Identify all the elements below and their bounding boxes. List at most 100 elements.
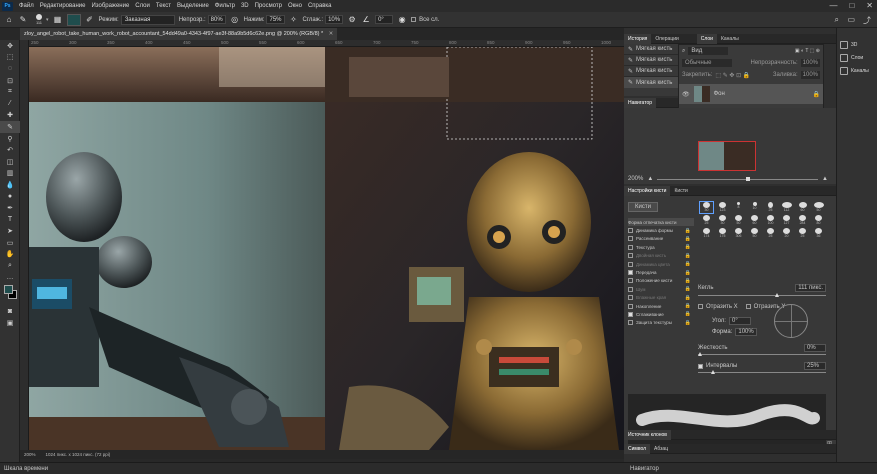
spacing-checkbox[interactable] (698, 363, 703, 369)
history-brush-tool-icon[interactable]: ↶ (0, 144, 20, 156)
flip-x-checkbox[interactable]: Отразить X (698, 304, 738, 310)
brush-tip[interactable]: 20 (780, 228, 793, 239)
brush-tip[interactable]: 36 (812, 228, 825, 239)
all-layers-checkbox[interactable] (411, 17, 417, 22)
brush-tip[interactable]: 123 (716, 202, 729, 213)
layer-filter-icons[interactable]: ▣ ◐ T ⬚ ⊕ (795, 48, 820, 54)
visibility-eye-icon[interactable]: 👁 (682, 91, 690, 98)
tab-character[interactable]: Символ (624, 443, 651, 454)
eraser-tool-icon[interactable]: ◫ (0, 156, 20, 168)
close-document-icon[interactable]: ✕ (329, 31, 334, 37)
brush-tip[interactable]: 25 (764, 228, 777, 239)
brush-tip[interactable]: 100 (764, 215, 777, 226)
menu-view[interactable]: Просмотр (252, 3, 285, 9)
brush-tip[interactable]: 306 (732, 228, 745, 239)
brush-tip[interactable]: 174 (700, 228, 713, 239)
dock-3d[interactable]: 3D (837, 38, 877, 51)
opacity-field[interactable]: 80% (207, 15, 226, 24)
menu-type[interactable]: Текст (153, 3, 174, 9)
brush-tip[interactable]: 112 (780, 202, 793, 213)
blend-mode-select[interactable]: Обычные (682, 59, 732, 67)
brush-tip[interactable]: 25 (700, 215, 713, 226)
workspace-icon[interactable]: ▭ (847, 15, 855, 24)
brush-tip[interactable]: 175 (716, 228, 729, 239)
move-tool-icon[interactable]: ✥ (0, 40, 20, 52)
pressure-size-icon[interactable]: ◉ (397, 15, 407, 25)
fill-field[interactable]: 100% (800, 71, 820, 79)
angle-roundness-widget[interactable] (774, 304, 808, 338)
layer-filter-select[interactable]: Вид (688, 47, 729, 55)
tab-clone-source[interactable]: Источник клонов (624, 429, 671, 440)
screen-mode-icon[interactable]: ▣ (0, 317, 20, 329)
color-swatches[interactable] (0, 283, 19, 305)
brush-tool-icon[interactable]: ✎ (18, 15, 28, 25)
brush-tip[interactable]: 50 (732, 215, 745, 226)
brush-option-shape[interactable]: Форма отпечатка кисти (628, 218, 694, 227)
tab-channels[interactable]: Каналы (717, 34, 743, 44)
brush-option[interactable]: Передача 🔒 (628, 268, 694, 276)
brush-option[interactable]: Сглаживание 🔒 (628, 310, 694, 318)
history-item-current[interactable]: ✎ Мягкая кисть (624, 77, 678, 88)
history-item[interactable]: ✎ Мягкая кисть (624, 44, 678, 55)
healing-tool-icon[interactable]: ✚ (0, 110, 20, 122)
eyedropper-tool-icon[interactable]: ⁄ (0, 98, 20, 110)
lasso-tool-icon[interactable]: ◌ (0, 63, 20, 75)
brush-tip[interactable]: 30 (716, 215, 729, 226)
foreground-color[interactable] (4, 285, 13, 295)
spacing-slider[interactable] (698, 370, 826, 374)
path-select-tool-icon[interactable]: ➤ (0, 226, 20, 238)
brush-tip[interactable]: 60 (796, 202, 809, 213)
brush-tip[interactable]: 127 (780, 215, 793, 226)
mode-select[interactable]: Заказная (120, 14, 175, 25)
brush-angle-field[interactable]: 0° (728, 317, 751, 325)
menu-3d[interactable]: 3D (238, 3, 252, 9)
brush-tip[interactable]: 25 (764, 202, 777, 213)
size-slider[interactable] (698, 293, 826, 297)
zoom-tool-icon[interactable]: ⌕ (0, 260, 20, 272)
airbrush-icon[interactable]: ✧ (289, 15, 299, 25)
brush-option[interactable]: Двойная кисть 🔒 (628, 252, 694, 260)
dock-channels[interactable]: Каналы (837, 64, 877, 77)
brush-tip[interactable]: 80 (812, 215, 825, 226)
shape-tool-icon[interactable]: ▭ (0, 237, 20, 249)
minimize-button[interactable]: — (829, 1, 837, 10)
pen-tool-icon[interactable]: ✒ (0, 202, 20, 214)
pressure-opacity-icon[interactable]: ◎ (230, 15, 240, 25)
gradient-tool-icon[interactable]: ▥ (0, 168, 20, 180)
zoom-level[interactable]: 200% (24, 452, 36, 457)
dock-layers[interactable]: Слои (837, 51, 877, 64)
home-icon[interactable]: ⌂ (4, 15, 14, 25)
hardness-slider[interactable] (698, 352, 826, 356)
brush-option[interactable]: Рассеивание 🔒 (628, 235, 694, 243)
maximize-button[interactable]: □ (849, 1, 854, 10)
brush-option[interactable]: Положение кисти 🔒 (628, 277, 694, 285)
brush-option[interactable]: Динамика формы 🔒 (628, 226, 694, 234)
brush-preset-picker[interactable]: 111 ▾ (32, 14, 49, 25)
layer-opacity-field[interactable]: 100% (800, 59, 820, 67)
flow-field[interactable]: 75% (266, 15, 285, 24)
menu-image[interactable]: Изображение (88, 3, 132, 9)
brush-option[interactable]: Текстура 🔒 (628, 243, 694, 251)
brush-tip[interactable]: 10 (748, 202, 761, 213)
brush-option[interactable]: Шум 🔒 (628, 285, 694, 293)
zoom-in-icon[interactable]: ▲ (822, 176, 828, 182)
hardness-field[interactable]: 0% (804, 344, 826, 352)
menu-filter[interactable]: Фильтр (212, 3, 238, 9)
size-field[interactable]: 111 пикс. (795, 284, 826, 292)
timeline-tab[interactable]: Шкала времени (0, 466, 48, 472)
brush-tip[interactable]: 30 (699, 201, 714, 214)
layer-name[interactable]: Фон (714, 91, 725, 97)
hand-tool-icon[interactable]: ✋ (0, 249, 20, 261)
crop-tool-icon[interactable]: ⌗ (0, 86, 20, 98)
search-icon[interactable]: ⌕ (835, 15, 839, 25)
menu-file[interactable]: Файл (16, 3, 37, 9)
more-tools-icon[interactable]: … (0, 272, 20, 284)
history-item[interactable]: ✎ Мягкая кисть (624, 55, 678, 66)
roundness-field[interactable]: 100% (735, 328, 758, 336)
brush-option[interactable]: Динамика цвета 🔒 (628, 260, 694, 268)
angle-field[interactable]: 0° (375, 15, 394, 24)
tab-layers[interactable]: Слои (696, 33, 717, 44)
document-canvas[interactable] (29, 47, 624, 450)
document-tab[interactable]: zloy_angel_robot_take_human_work_robot_a… (20, 28, 338, 40)
close-button[interactable]: ✕ (866, 1, 873, 10)
